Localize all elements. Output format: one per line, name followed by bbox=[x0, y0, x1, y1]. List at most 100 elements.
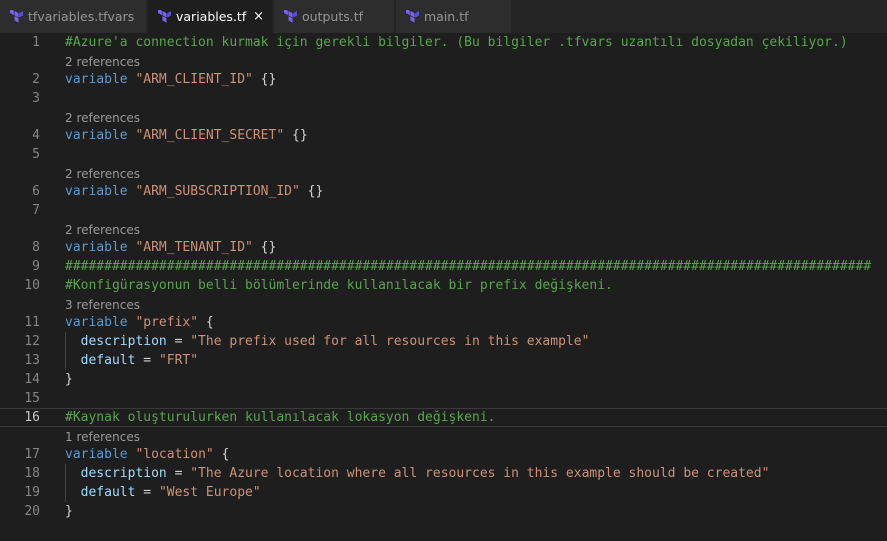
code-line[interactable]: 17 variable "location" { bbox=[0, 445, 887, 464]
code-line[interactable]: 4 variable "ARM_CLIENT_SECRET" {} bbox=[0, 126, 887, 145]
codelens-references[interactable]: 2 references bbox=[65, 53, 140, 71]
code-line[interactable]: 6 variable "ARM_SUBSCRIPTION_ID" {} bbox=[0, 182, 887, 201]
token-punct: = bbox=[135, 353, 159, 368]
code-line[interactable]: 3 bbox=[0, 89, 887, 108]
token-string: "ARM_CLIENT_SECRET" bbox=[135, 128, 285, 143]
token-keyword: variable bbox=[65, 315, 128, 330]
code-text: } bbox=[65, 370, 73, 389]
tab-label: main.tf bbox=[424, 9, 469, 24]
token-punct: = bbox=[166, 334, 191, 349]
terraform-icon bbox=[158, 10, 171, 23]
line-number: 16 bbox=[24, 410, 40, 425]
code-text: variable "ARM_CLIENT_ID" {} bbox=[65, 70, 276, 89]
token-keyword: variable bbox=[65, 128, 128, 143]
indent-guide bbox=[65, 332, 66, 370]
tab-main-tf[interactable]: main.tf bbox=[396, 0, 512, 33]
code-line[interactable]: 5 bbox=[0, 145, 887, 164]
code-line[interactable]: 1 #Azure'a connection kurmak için gerekli… bbox=[0, 33, 887, 52]
line-number: 7 bbox=[32, 203, 40, 218]
code-text: variable "prefix" { bbox=[65, 313, 214, 332]
code-text: #Konfigürasyonun belli bölümlerinde kull… bbox=[65, 276, 613, 295]
token-string: "location" bbox=[135, 447, 214, 462]
token-comment: #Kaynak oluşturulurken kullanılacak loka… bbox=[65, 410, 496, 425]
token-string: "prefix" bbox=[135, 315, 199, 330]
code-text: ########################################… bbox=[65, 257, 871, 276]
code-text: variable "ARM_SUBSCRIPTION_ID" {} bbox=[65, 182, 323, 201]
code-text: variable "ARM_TENANT_ID" {} bbox=[65, 238, 276, 257]
code-line[interactable]: 13 default = "FRT" bbox=[0, 351, 887, 370]
code-line[interactable]: 10 #Konfigürasyonun belli bölümlerinde ku… bbox=[0, 276, 887, 295]
tab-variables-tf[interactable]: variables.tf × bbox=[148, 0, 273, 33]
line-number: 19 bbox=[24, 485, 40, 500]
codelens-references[interactable]: 2 references bbox=[65, 165, 140, 183]
token-comment: #Konfigürasyonun belli bölümlerinde kull… bbox=[65, 278, 613, 293]
token-string: "ARM_CLIENT_ID" bbox=[135, 72, 253, 87]
token-punct: { bbox=[198, 315, 214, 330]
code-text: variable "ARM_CLIENT_SECRET" {} bbox=[65, 126, 308, 145]
code-line[interactable]: 14} bbox=[0, 370, 887, 389]
line-number: 20 bbox=[24, 504, 40, 519]
terraform-icon bbox=[284, 10, 297, 23]
code-line[interactable]: 16 #Kaynak oluşturulurken kullanılacak lo… bbox=[0, 408, 887, 427]
token-prop: description bbox=[80, 466, 167, 481]
code-line[interactable]: 15 bbox=[0, 389, 887, 408]
token-keyword: variable bbox=[65, 72, 128, 87]
token-punct: } bbox=[65, 372, 73, 387]
close-icon[interactable]: × bbox=[253, 0, 264, 33]
tab-outputs-tf[interactable]: outputs.tf bbox=[274, 0, 395, 33]
code-text: #Azure'a connection kurmak için gerekli … bbox=[65, 33, 848, 52]
token-punct: } bbox=[65, 504, 73, 519]
token-string: "FRT" bbox=[158, 353, 199, 368]
token-string: "ARM_TENANT_ID" bbox=[135, 240, 253, 255]
token-punct: = bbox=[166, 466, 191, 481]
code-line[interactable]: 2 variable "ARM_CLIENT_ID" {} bbox=[0, 70, 887, 89]
tab-tfvariables-tfvars[interactable]: tfvariables.tfvars bbox=[0, 0, 147, 33]
line-number: 1 bbox=[32, 35, 40, 50]
token-string: "The Azure location where all resources … bbox=[190, 466, 770, 481]
token-punct bbox=[65, 485, 81, 500]
code-line[interactable]: 12 description = "The prefix used for al… bbox=[0, 332, 887, 351]
code-line[interactable]: 7 bbox=[0, 201, 887, 220]
indent-guide bbox=[65, 464, 66, 502]
token-comment: #Azure'a connection kurmak için gerekli … bbox=[65, 35, 848, 50]
token-string: "West Europe" bbox=[158, 485, 261, 500]
code-line[interactable]: 11 variable "prefix" { bbox=[0, 313, 887, 332]
token-punct: {} bbox=[252, 72, 277, 87]
editor-tab-bar: tfvariables.tfvars variables.tf × output… bbox=[0, 0, 887, 33]
token-prop: description bbox=[80, 334, 167, 349]
token-string: "ARM_SUBSCRIPTION_ID" bbox=[135, 184, 300, 199]
token-punct: { bbox=[213, 447, 230, 462]
code-line[interactable]: 8 variable "ARM_TENANT_ID" {} bbox=[0, 238, 887, 257]
tab-label: variables.tf bbox=[176, 9, 247, 24]
codelens-references[interactable]: 3 references bbox=[65, 296, 140, 314]
line-number: 6 bbox=[32, 184, 40, 199]
token-keyword: variable bbox=[65, 240, 128, 255]
code-text: default = "West Europe" bbox=[65, 483, 261, 502]
codelens-references[interactable]: 2 references bbox=[65, 221, 140, 239]
line-number: 10 bbox=[24, 278, 40, 293]
line-number: 11 bbox=[24, 315, 40, 330]
terraform-icon bbox=[10, 10, 23, 23]
token-string: "The prefix used for all resources in th… bbox=[190, 334, 590, 349]
token-punct bbox=[65, 334, 81, 349]
line-number: 15 bbox=[24, 391, 40, 406]
tab-label: tfvariables.tfvars bbox=[28, 9, 135, 24]
code-editor[interactable]: 1 #Azure'a connection kurmak için gerekli… bbox=[0, 33, 887, 541]
token-keyword: variable bbox=[65, 184, 128, 199]
line-number: 12 bbox=[24, 334, 40, 349]
code-line[interactable]: 18 description = "The Azure location whe… bbox=[0, 464, 887, 483]
line-number: 18 bbox=[24, 466, 40, 481]
code-line[interactable]: 9 #######################################… bbox=[0, 257, 887, 276]
line-number: 14 bbox=[24, 372, 40, 387]
line-number: 5 bbox=[32, 147, 40, 162]
code-text: description = "The prefix used for all r… bbox=[65, 332, 590, 351]
code-line[interactable]: 19 default = "West Europe" bbox=[0, 483, 887, 502]
code-line[interactable]: 20} bbox=[0, 502, 887, 521]
codelens-references[interactable]: 1 references bbox=[65, 428, 140, 446]
codelens-references[interactable]: 2 references bbox=[65, 109, 140, 127]
line-number: 3 bbox=[32, 91, 40, 106]
code-text: #Kaynak oluşturulurken kullanılacak loka… bbox=[65, 409, 495, 426]
token-prop: default bbox=[80, 485, 136, 500]
code-text: } bbox=[65, 502, 73, 521]
token-prop: default bbox=[80, 353, 136, 368]
